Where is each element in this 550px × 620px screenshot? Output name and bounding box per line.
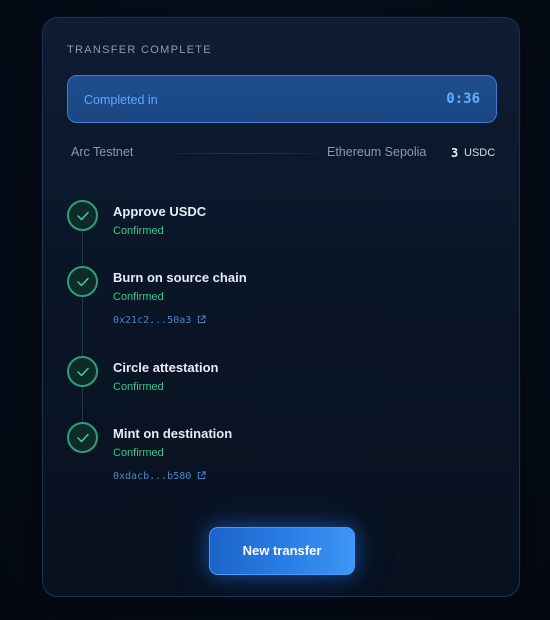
- card-title: TRANSFER COMPLETE: [67, 44, 212, 56]
- step-connector: [82, 386, 83, 422]
- step-status: Confirmed: [113, 447, 164, 459]
- tx-hash-text: 0x21c2...50a3: [113, 315, 192, 326]
- step-connector: [82, 230, 83, 266]
- source-chain: Arc Testnet: [71, 145, 134, 159]
- transfer-amount: 3: [451, 146, 459, 160]
- step-status: Confirmed: [113, 225, 164, 237]
- completed-banner: Completed in 0:36: [67, 75, 497, 123]
- new-transfer-button[interactable]: New transfer: [209, 527, 355, 575]
- check-icon: [67, 356, 98, 387]
- destination-chain: Ethereum Sepolia: [327, 145, 427, 159]
- step-title: Mint on destination: [113, 426, 233, 441]
- external-link-icon: [198, 471, 206, 480]
- tx-hash-link[interactable]: 0xdacb...b580: [113, 471, 206, 482]
- check-icon: [67, 266, 98, 297]
- step-status: Confirmed: [113, 381, 164, 393]
- route-divider: [171, 153, 319, 154]
- transfer-card: TRANSFER COMPLETE Completed in 0:36 Arc …: [42, 17, 520, 597]
- external-link-icon: [198, 315, 206, 324]
- step-title: Circle attestation: [113, 360, 219, 375]
- check-icon: [67, 422, 98, 453]
- check-icon: [67, 200, 98, 231]
- transfer-token: USDC: [464, 147, 496, 159]
- step-status: Confirmed: [113, 291, 164, 303]
- step-connector: [82, 296, 83, 356]
- step-title: Burn on source chain: [113, 270, 247, 285]
- elapsed-time: 0:36: [446, 91, 480, 107]
- completed-label: Completed in: [84, 93, 158, 107]
- step-title: Approve USDC: [113, 204, 207, 219]
- tx-hash-link[interactable]: 0x21c2...50a3: [113, 315, 206, 326]
- transfer-route: Arc Testnet Ethereum Sepolia 3 USDC: [71, 145, 495, 165]
- tx-hash-text: 0xdacb...b580: [113, 471, 192, 482]
